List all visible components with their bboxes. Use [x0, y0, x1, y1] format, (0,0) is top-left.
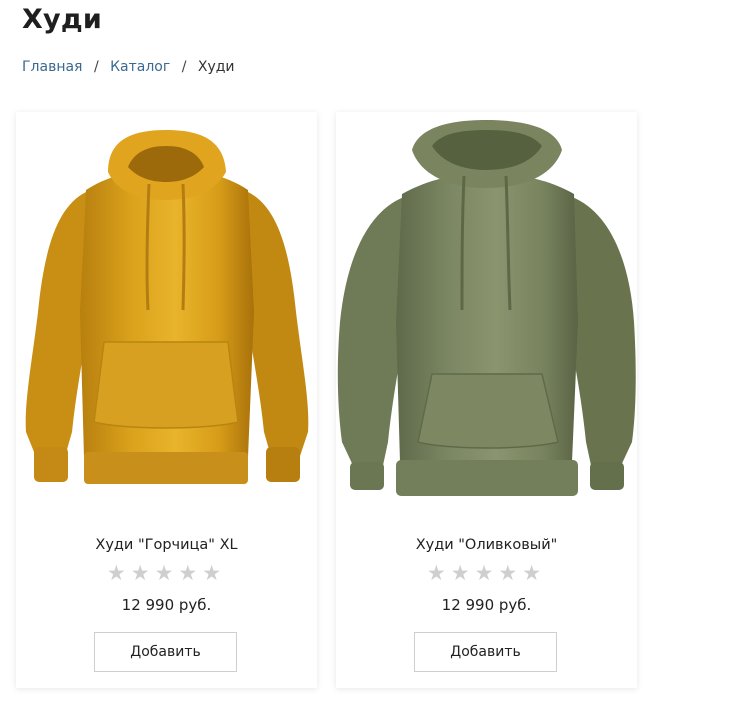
- product-title[interactable]: Худи "Горчица" XL: [16, 537, 317, 553]
- page-title: Худи: [22, 4, 102, 35]
- product-title[interactable]: Худи "Оливковый": [336, 537, 637, 553]
- product-card: Худи "Оливковый" ★★★★★ 12 990 руб. Добав…: [336, 112, 637, 688]
- add-to-cart-button[interactable]: Добавить: [94, 632, 237, 672]
- star-icon[interactable]: ★: [107, 561, 131, 585]
- product-grid: Худи "Горчица" XL ★★★★★ 12 990 руб. Доба…: [16, 112, 637, 688]
- star-icon[interactable]: ★: [202, 561, 226, 585]
- product-card: Худи "Горчица" XL ★★★★★ 12 990 руб. Доба…: [16, 112, 317, 688]
- add-to-cart-button[interactable]: Добавить: [414, 632, 557, 672]
- hoodie-image: [337, 120, 636, 496]
- breadcrumb-separator: /: [181, 59, 187, 75]
- star-icon[interactable]: ★: [451, 561, 475, 585]
- product-price: 12 990 руб.: [441, 596, 532, 614]
- star-icon[interactable]: ★: [131, 561, 155, 585]
- star-icon[interactable]: ★: [178, 561, 202, 585]
- hoodie-image: [25, 130, 309, 484]
- product-rating[interactable]: ★★★★★: [16, 561, 317, 585]
- star-icon[interactable]: ★: [522, 561, 546, 585]
- product-image-olive-hoodie[interactable]: [336, 112, 637, 512]
- breadcrumb-current: Худи: [197, 59, 235, 75]
- product-rating[interactable]: ★★★★★: [336, 561, 637, 585]
- product-image-mustard-hoodie[interactable]: [16, 112, 317, 512]
- star-icon[interactable]: ★: [155, 561, 179, 585]
- star-icon[interactable]: ★: [427, 561, 451, 585]
- breadcrumb-separator: /: [93, 59, 99, 75]
- product-price: 12 990 руб.: [121, 596, 212, 614]
- star-icon[interactable]: ★: [475, 561, 499, 585]
- catalog-page: Худи Главная / Каталог / Худи Худи "Горч…: [0, 0, 740, 701]
- breadcrumb-catalog-link[interactable]: Каталог: [110, 59, 170, 75]
- breadcrumb: Главная / Каталог / Худи: [22, 59, 235, 75]
- breadcrumb-home-link[interactable]: Главная: [22, 59, 82, 75]
- star-icon[interactable]: ★: [498, 561, 522, 585]
